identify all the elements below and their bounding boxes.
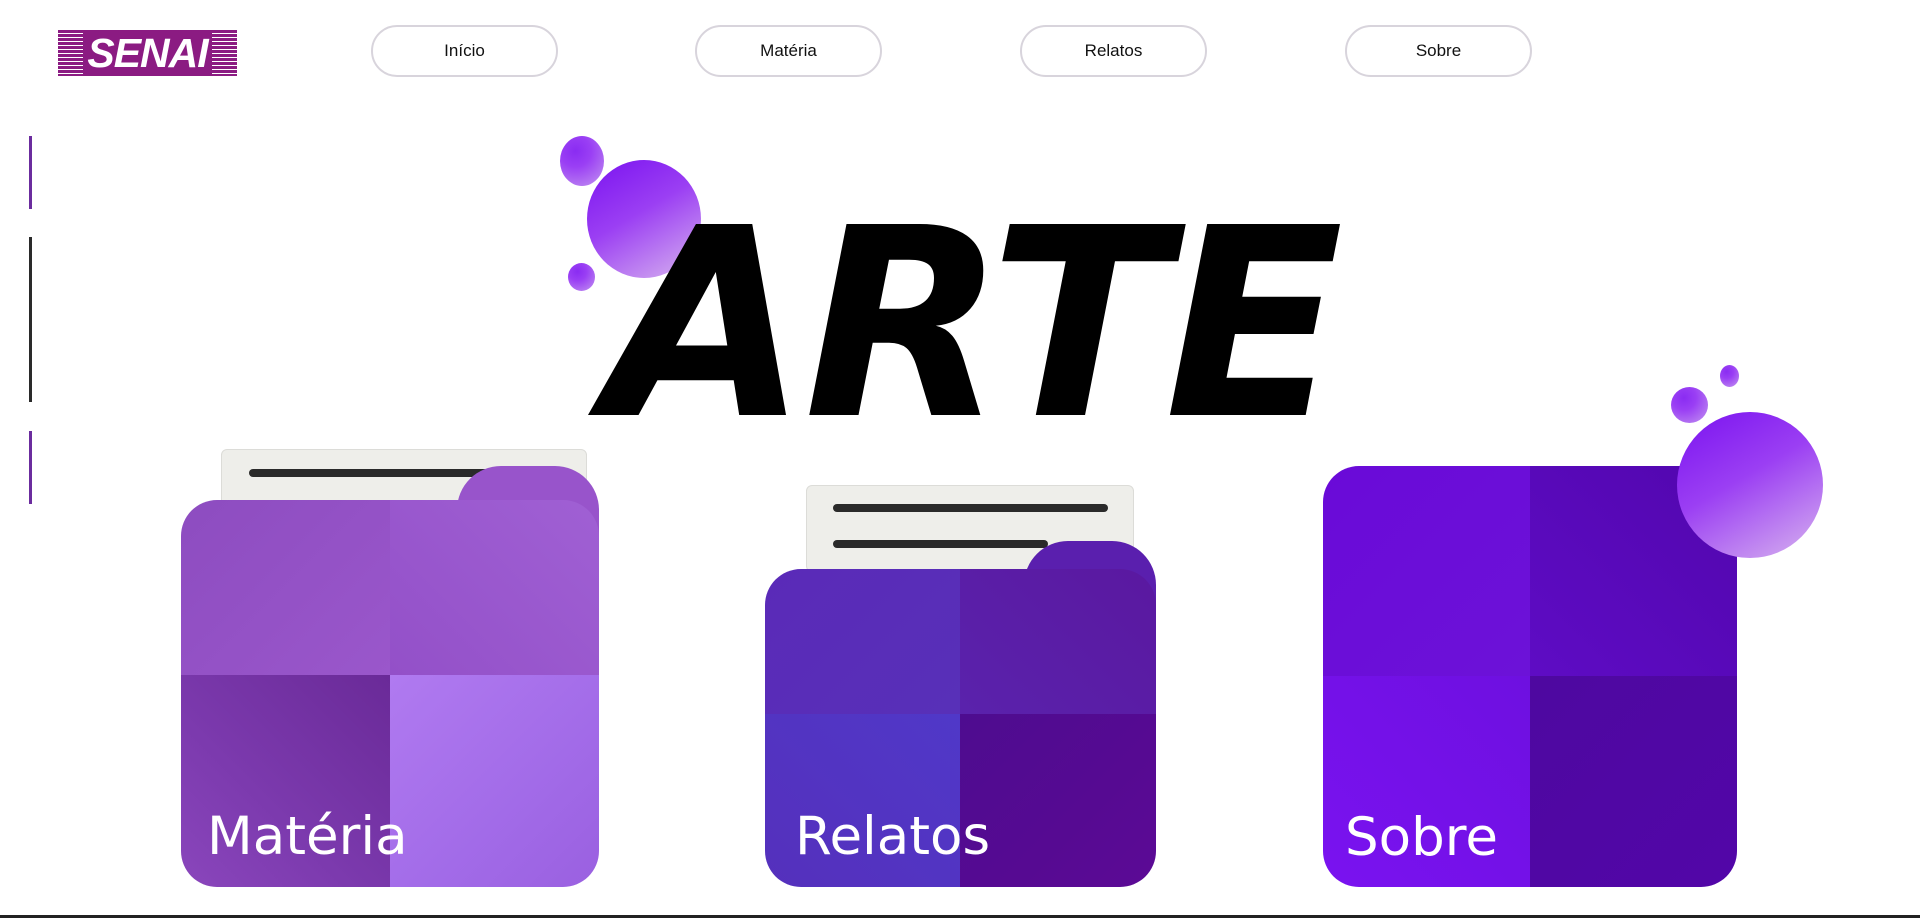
card-relatos-label: Relatos: [795, 806, 991, 867]
bubble-large-right: [1677, 412, 1823, 558]
nav-materia-button[interactable]: Matéria: [695, 25, 882, 77]
card-relatos-folder: Relatos: [765, 569, 1156, 887]
paper-line: [833, 504, 1108, 512]
senai-logo[interactable]: SENAI: [58, 30, 237, 76]
bubble-small-right: [1671, 387, 1708, 423]
logo-text: SENAI: [83, 30, 212, 76]
side-indicator-bottom: [29, 431, 32, 504]
side-indicator-top: [29, 136, 32, 209]
side-indicator-middle: [29, 237, 32, 402]
page: SENAI Início Matéria Relatos Sobre ARTE …: [0, 0, 1920, 918]
nav-inicio-button[interactable]: Início: [371, 25, 558, 77]
page-title: ARTE: [605, 172, 1343, 477]
card-sobre-folder: Sobre: [1323, 466, 1737, 887]
paper-line: [833, 540, 1048, 548]
nav-sobre-button[interactable]: Sobre: [1345, 25, 1532, 77]
card-materia-label: Matéria: [207, 806, 408, 867]
bubble-tiny-title: [568, 263, 595, 291]
bubble-small-top: [560, 136, 604, 186]
bubble-tiny-right: [1720, 365, 1739, 387]
nav-relatos-button[interactable]: Relatos: [1020, 25, 1207, 77]
card-sobre-label: Sobre: [1345, 807, 1498, 868]
card-materia-folder: Matéria: [181, 500, 599, 887]
